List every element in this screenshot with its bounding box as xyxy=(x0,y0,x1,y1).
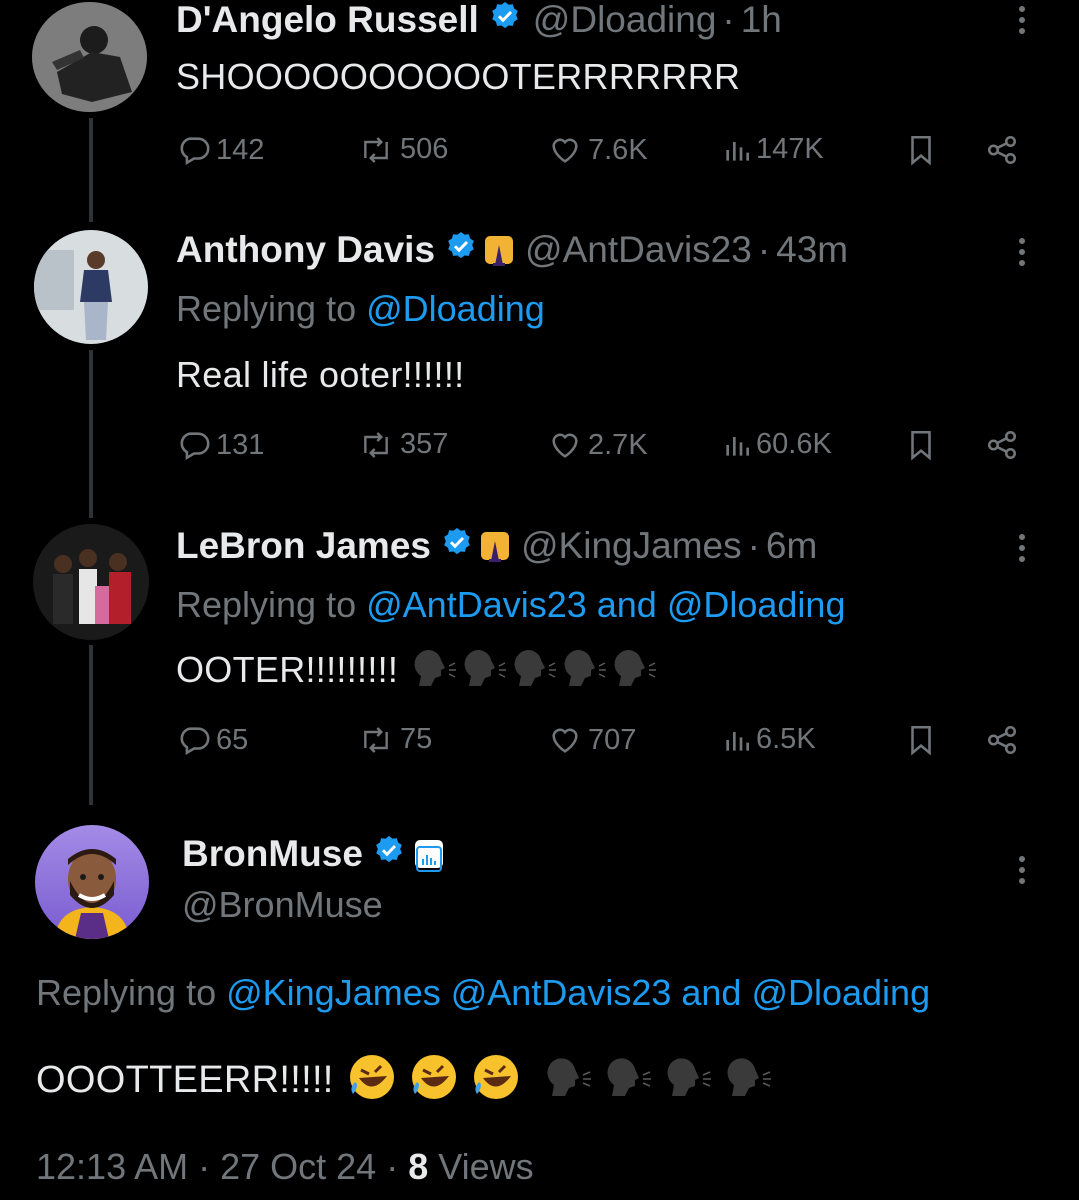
replying-to: Replying to @Dloading xyxy=(176,288,545,330)
bookmark-icon[interactable] xyxy=(906,723,940,757)
affiliate-badge-icon[interactable] xyxy=(414,840,443,872)
like-count: 707 xyxy=(588,723,637,756)
verified-badge-icon xyxy=(445,229,477,271)
author-handle[interactable]: @Dloading xyxy=(533,0,717,41)
repost-count: 506 xyxy=(400,133,449,165)
tweet-text: SHOOOOOOOOOOTERRRRRRR xyxy=(176,56,741,97)
tweet-timestamp: 12:13 AM · 27 Oct 24 · 8 Views xyxy=(36,1146,534,1188)
tweet-author[interactable]: LeBron James @KingJames · 6m xyxy=(176,524,817,568)
replying-to-label: Replying to xyxy=(36,972,227,1013)
views-count: 147K xyxy=(756,133,824,165)
tweet-time[interactable]: 1h xyxy=(741,0,782,41)
reply-button[interactable]: 131 xyxy=(176,428,264,462)
repost-count: 75 xyxy=(400,723,433,755)
avatar[interactable] xyxy=(33,524,149,640)
like-button[interactable]: 2.7K xyxy=(546,428,648,462)
like-count: 7.6K xyxy=(588,133,648,166)
avatar[interactable] xyxy=(34,230,148,344)
tweet-actions: 142 506 7.6K 147K xyxy=(176,133,1036,173)
views-count: 6.5K xyxy=(756,723,816,755)
like-count: 2.7K xyxy=(588,428,648,461)
repost-button[interactable]: 357 xyxy=(356,428,448,461)
separator: · xyxy=(757,229,771,270)
replying-to: Replying to @KingJames @AntDavis23 and @… xyxy=(36,972,930,1014)
speaking-head-emoji-icon xyxy=(545,1055,781,1109)
author-handle[interactable]: @KingJames xyxy=(521,525,742,567)
verified-badge-icon xyxy=(441,525,473,567)
tweet-text: OOTER!!!!!!!!! xyxy=(176,648,661,697)
more-options-icon[interactable] xyxy=(1018,238,1026,271)
speaking-head-emoji-icon xyxy=(411,648,661,697)
replying-to-link[interactable]: @KingJames @AntDavis23 and @Dloading xyxy=(226,972,930,1013)
repost-count: 357 xyxy=(400,428,449,460)
bookmark-icon[interactable] xyxy=(906,133,940,167)
reply-button[interactable]: 65 xyxy=(176,723,248,757)
tweet-time[interactable]: 6m xyxy=(766,525,817,567)
replying-to-label: Replying to xyxy=(176,288,367,329)
author-name[interactable]: Anthony Davis xyxy=(176,229,435,271)
share-icon[interactable] xyxy=(984,133,1024,167)
verified-badge-icon xyxy=(373,833,405,875)
thread-line xyxy=(89,118,93,222)
tweet-actions: 65 75 707 6.5K xyxy=(176,723,1036,763)
replying-to-link[interactable]: @AntDavis23 and @Dloading xyxy=(366,584,845,625)
author-handle[interactable]: @BronMuse xyxy=(182,884,383,926)
main-tweet-author[interactable]: BronMuse xyxy=(182,832,443,876)
author-handle[interactable]: @AntDavis23 xyxy=(525,229,752,271)
reply-button[interactable]: 142 xyxy=(176,133,264,167)
tweet-actions: 131 357 2.7K 60.6K xyxy=(176,428,1036,468)
views-button[interactable]: 6.5K xyxy=(722,723,816,756)
author-name[interactable]: LeBron James xyxy=(176,525,431,567)
views-count: 8 xyxy=(408,1146,429,1187)
reply-count: 65 xyxy=(216,723,249,756)
like-button[interactable]: 7.6K xyxy=(546,133,648,167)
views-button[interactable]: 60.6K xyxy=(722,428,832,461)
main-tweet-text: OOOTTEERR!!!!! xyxy=(36,1052,781,1112)
views-label: Views xyxy=(428,1146,534,1187)
views-count: 60.6K xyxy=(756,428,832,460)
lakers-affiliate-badge-icon[interactable] xyxy=(481,532,509,562)
repost-button[interactable]: 75 xyxy=(356,723,432,756)
more-options-icon[interactable] xyxy=(1018,6,1026,39)
tweet-author[interactable]: Anthony Davis @AntDavis23 · 43m xyxy=(176,228,848,272)
thread-line xyxy=(89,350,93,518)
separator: · xyxy=(722,0,735,40)
tweet-text: Real life ooter!!!!!! xyxy=(176,354,465,395)
like-button[interactable]: 707 xyxy=(546,723,636,757)
repost-button[interactable]: 506 xyxy=(356,133,448,166)
reply-count: 131 xyxy=(216,428,265,461)
replying-to: Replying to @AntDavis23 and @Dloading xyxy=(176,584,845,626)
separator: · xyxy=(747,525,760,566)
author-name[interactable]: D'Angelo Russell xyxy=(176,0,479,41)
avatar[interactable] xyxy=(32,2,147,112)
tweet-text-content: OOTER!!!!!!!!! xyxy=(176,649,399,691)
bookmark-icon[interactable] xyxy=(906,428,940,462)
tweet-text-content: OOOTTEERR!!!!! xyxy=(36,1059,334,1102)
author-name[interactable]: BronMuse xyxy=(182,833,363,875)
more-options-icon[interactable] xyxy=(1018,856,1026,889)
avatar[interactable] xyxy=(35,825,149,939)
tweet-author[interactable]: D'Angelo Russell @Dloading · 1h xyxy=(176,0,782,42)
share-icon[interactable] xyxy=(984,723,1024,757)
replying-to-link[interactable]: @Dloading xyxy=(366,288,545,329)
rolling-on-floor-laughing-emoji-icon xyxy=(347,1052,533,1112)
views-button[interactable]: 147K xyxy=(722,133,824,166)
verified-badge-icon xyxy=(489,0,521,41)
more-options-icon[interactable] xyxy=(1018,534,1026,567)
share-icon[interactable] xyxy=(984,428,1024,462)
lakers-affiliate-badge-icon[interactable] xyxy=(485,236,514,266)
timestamp-text[interactable]: 12:13 AM · 27 Oct 24 · xyxy=(36,1146,408,1187)
replying-to-label: Replying to xyxy=(176,584,367,625)
tweet-time[interactable]: 43m xyxy=(776,229,848,271)
reply-count: 142 xyxy=(216,133,265,166)
thread-line xyxy=(89,645,93,805)
